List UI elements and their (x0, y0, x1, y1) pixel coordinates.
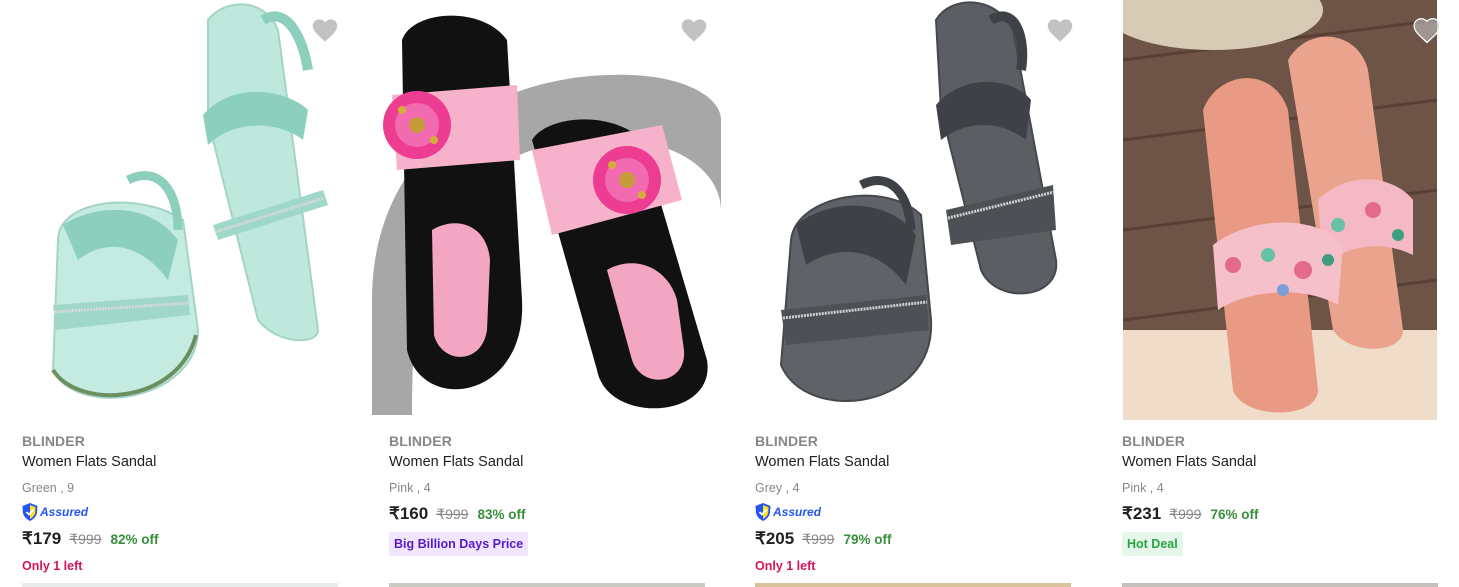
product-price: ₹231 (1122, 504, 1162, 523)
product-card[interactable]: BLINDER Women Flats Sandal Grey , 4 Assu… (733, 0, 1078, 587)
assured-badge: Assured (755, 502, 821, 522)
product-image[interactable] (18, 0, 345, 420)
wishlist-heart-icon[interactable] (1045, 16, 1075, 44)
deal-badge: Big Billion Days Price (389, 532, 529, 556)
assured-label: Assured (773, 505, 822, 519)
shield-check-icon (22, 503, 38, 521)
product-title[interactable]: Women Flats Sandal (389, 454, 523, 470)
price-row: ₹160 ₹999 83% off (389, 504, 525, 524)
product-mrp: ₹999 (436, 506, 469, 522)
product-title[interactable]: Women Flats Sandal (755, 454, 889, 470)
next-row-image-edge (389, 583, 705, 587)
product-discount: 82% off (110, 532, 159, 547)
stock-note: Only 1 left (755, 559, 816, 573)
flower-decoration-right (593, 146, 661, 214)
product-discount: 76% off (1210, 507, 1259, 522)
sandal-image-left (392, 15, 523, 390)
product-brand: BLINDER (389, 433, 452, 449)
product-price: ₹179 (22, 529, 62, 548)
assured-badge: Assured (22, 502, 88, 522)
product-variant: Grey , 4 (755, 481, 800, 495)
assured-label: Assured (40, 505, 89, 519)
product-variant: Pink , 4 (389, 481, 431, 495)
product-image[interactable] (751, 0, 1078, 420)
product-discount: 83% off (477, 507, 526, 522)
product-price: ₹205 (755, 529, 795, 548)
product-variant: Pink , 4 (1122, 481, 1164, 495)
product-brand: BLINDER (1122, 433, 1185, 449)
price-row: ₹205 ₹999 79% off (755, 529, 891, 549)
sandal-image-left (51, 171, 200, 399)
price-row: ₹179 ₹999 82% off (22, 529, 158, 549)
product-title[interactable]: Women Flats Sandal (22, 454, 156, 470)
sandal-image-right (934, 1, 1058, 295)
product-image[interactable] (1123, 0, 1437, 420)
product-mrp: ₹999 (69, 531, 102, 547)
next-row-image-edge (755, 583, 1071, 587)
product-card[interactable]: BLINDER Women Flats Sandal Green , 9 Ass… (0, 0, 345, 587)
product-brand: BLINDER (755, 433, 818, 449)
product-brand: BLINDER (22, 433, 85, 449)
deal-badge: Hot Deal (1122, 532, 1183, 556)
product-variant: Green , 9 (22, 481, 75, 495)
product-image[interactable] (372, 0, 721, 415)
product-mrp: ₹999 (802, 531, 835, 547)
product-card[interactable]: BLINDER Women Flats Sandal Pink , 4 ₹160… (367, 0, 721, 587)
sandal-image-left (779, 176, 933, 402)
wishlist-heart-icon[interactable] (310, 16, 340, 44)
wishlist-heart-icon[interactable] (679, 16, 709, 44)
flower-decoration-left (383, 91, 451, 159)
product-discount: 79% off (843, 532, 892, 547)
product-mrp: ₹999 (1169, 506, 1202, 522)
price-row: ₹231 ₹999 76% off (1122, 504, 1258, 524)
product-title[interactable]: Women Flats Sandal (1122, 454, 1256, 470)
next-row-image-edge (1122, 583, 1438, 587)
sandal-image-right (203, 3, 328, 342)
next-row-image-edge (22, 583, 338, 587)
shield-check-icon (755, 503, 771, 521)
wishlist-heart-icon[interactable] (1412, 16, 1442, 44)
product-price: ₹160 (389, 504, 429, 523)
product-card[interactable]: BLINDER Women Flats Sandal Pink , 4 ₹231… (1100, 0, 1445, 587)
stock-note: Only 1 left (22, 559, 83, 573)
